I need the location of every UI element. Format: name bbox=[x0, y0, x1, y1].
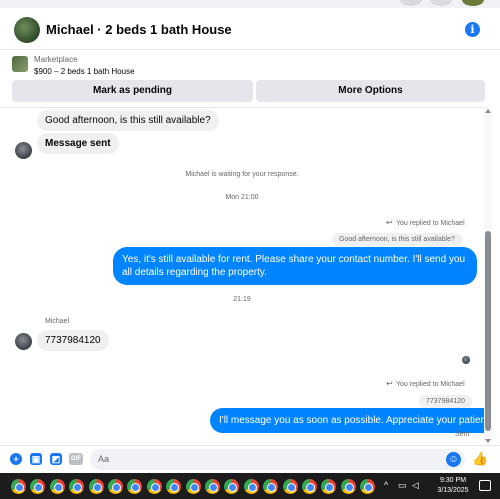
windows-taskbar: ^ ▭ ◁ 9:30 PM 3/13/2025 bbox=[0, 473, 500, 499]
timestamp: Mon 21:00 bbox=[225, 194, 259, 201]
chevron-up-icon[interactable]: ^ bbox=[384, 480, 388, 490]
replied-label: You replied to Michael bbox=[396, 220, 465, 227]
browser-app-icon[interactable] bbox=[263, 479, 279, 494]
message-thread: Good afternoon, is this still available?… bbox=[0, 107, 484, 445]
browser-app-icon[interactable] bbox=[108, 479, 123, 494]
browser-app-icon[interactable] bbox=[243, 479, 259, 494]
incoming-message[interactable]: 7737984120 bbox=[37, 330, 109, 351]
browser-app-icon[interactable] bbox=[321, 479, 337, 494]
quoted-message[interactable]: 7737984120 bbox=[419, 395, 472, 408]
message-status: Sent bbox=[455, 431, 470, 438]
notification-icon[interactable] bbox=[479, 480, 491, 491]
browser-app-icon[interactable] bbox=[127, 479, 143, 494]
browser-app-icon[interactable] bbox=[88, 479, 104, 494]
incoming-message[interactable]: Good afternoon, is this still available? bbox=[37, 110, 219, 131]
waiting-notice: Michael is waiting for your response. bbox=[185, 171, 299, 178]
top-button[interactable] bbox=[430, 0, 452, 6]
reply-arrow-icon: ↩ bbox=[386, 218, 393, 227]
browser-app-icon[interactable] bbox=[49, 479, 65, 494]
profile-thumbnail[interactable] bbox=[462, 0, 484, 6]
browser-app-icon[interactable] bbox=[11, 479, 26, 494]
seen-avatar bbox=[462, 356, 470, 364]
incoming-message[interactable]: Message sent bbox=[37, 133, 119, 154]
conversation-title[interactable]: Michael · 2 beds 1 bath House bbox=[46, 22, 232, 37]
mark-as-pending-button[interactable]: Mark as pending bbox=[12, 80, 253, 102]
browser-app-icon[interactable] bbox=[69, 479, 85, 494]
replied-indicator: ↩ You replied to Michael bbox=[386, 379, 465, 388]
scroll-down-icon[interactable] bbox=[485, 439, 491, 443]
listing-row[interactable]: Marketplace $900 – 2 beds 1 bath House bbox=[0, 51, 500, 81]
messenger-window: Michael · 2 beds 1 bath House i Marketpl… bbox=[0, 0, 500, 499]
browser-app-icon[interactable] bbox=[340, 479, 356, 494]
emoji-icon[interactable]: ☺ bbox=[446, 452, 461, 467]
thumbs-up-icon[interactable]: 👍 bbox=[472, 451, 488, 466]
message-scrollbar[interactable] bbox=[484, 107, 492, 445]
browser-app-icon[interactable] bbox=[166, 479, 182, 494]
conversation-header: Michael · 2 beds 1 bath House i bbox=[0, 8, 500, 50]
top-strip bbox=[0, 0, 500, 8]
message-input-placeholder: Aa bbox=[98, 454, 110, 464]
more-options-button[interactable]: More Options bbox=[256, 80, 485, 102]
listing-price-title[interactable]: $900 – 2 beds 1 bath House bbox=[34, 67, 135, 76]
photo-icon[interactable]: ▣ bbox=[30, 453, 42, 465]
browser-app-icon[interactable] bbox=[30, 479, 46, 494]
clock-date: 3/13/2025 bbox=[437, 487, 469, 494]
seller-avatar[interactable] bbox=[14, 17, 40, 43]
gif-icon[interactable]: GIF bbox=[69, 453, 83, 465]
outgoing-message[interactable]: Yes, it's still available for rent. Plea… bbox=[113, 247, 477, 285]
browser-app-icon[interactable] bbox=[224, 479, 240, 494]
replied-label: You replied to Michael bbox=[396, 381, 465, 388]
top-button[interactable] bbox=[400, 0, 422, 6]
sender-avatar[interactable] bbox=[15, 333, 32, 350]
listing-category: Marketplace bbox=[34, 55, 78, 64]
info-icon[interactable]: i bbox=[465, 22, 480, 37]
browser-app-icon[interactable] bbox=[146, 479, 162, 494]
message-input[interactable]: Aa ☺ bbox=[90, 449, 465, 470]
timestamp: 21:19 bbox=[233, 296, 251, 303]
browser-app-icon[interactable] bbox=[282, 479, 298, 494]
quoted-message[interactable]: Good afternoon, is this still available? bbox=[332, 233, 462, 246]
network-icon[interactable]: ▭ bbox=[398, 480, 407, 491]
listing-thumbnail[interactable] bbox=[12, 56, 28, 72]
browser-app-icon[interactable] bbox=[205, 479, 220, 494]
browser-app-icon[interactable] bbox=[185, 479, 201, 494]
browser-app-icon[interactable] bbox=[360, 479, 376, 494]
volume-icon[interactable]: ◁ bbox=[412, 480, 419, 491]
system-clock[interactable]: 9:30 PM 3/13/2025 bbox=[433, 476, 473, 496]
clock-time: 9:30 PM bbox=[439, 477, 467, 484]
sticker-icon[interactable]: ◩ bbox=[50, 453, 62, 465]
reply-arrow-icon: ↩ bbox=[386, 379, 393, 388]
sender-name: Michael bbox=[45, 318, 70, 325]
message-composer: + ▣ ◩ GIF Aa ☺ 👍 bbox=[0, 445, 500, 473]
browser-app-icon[interactable] bbox=[302, 479, 317, 494]
replied-indicator: ↩ You replied to Michael bbox=[386, 218, 465, 227]
plus-icon[interactable]: + bbox=[10, 453, 22, 465]
scrollbar-thumb[interactable] bbox=[485, 231, 491, 431]
outgoing-message[interactable]: I'll message you as soon as possible. Ap… bbox=[210, 408, 484, 433]
scroll-up-icon[interactable] bbox=[485, 109, 491, 113]
sender-avatar[interactable] bbox=[15, 142, 32, 159]
